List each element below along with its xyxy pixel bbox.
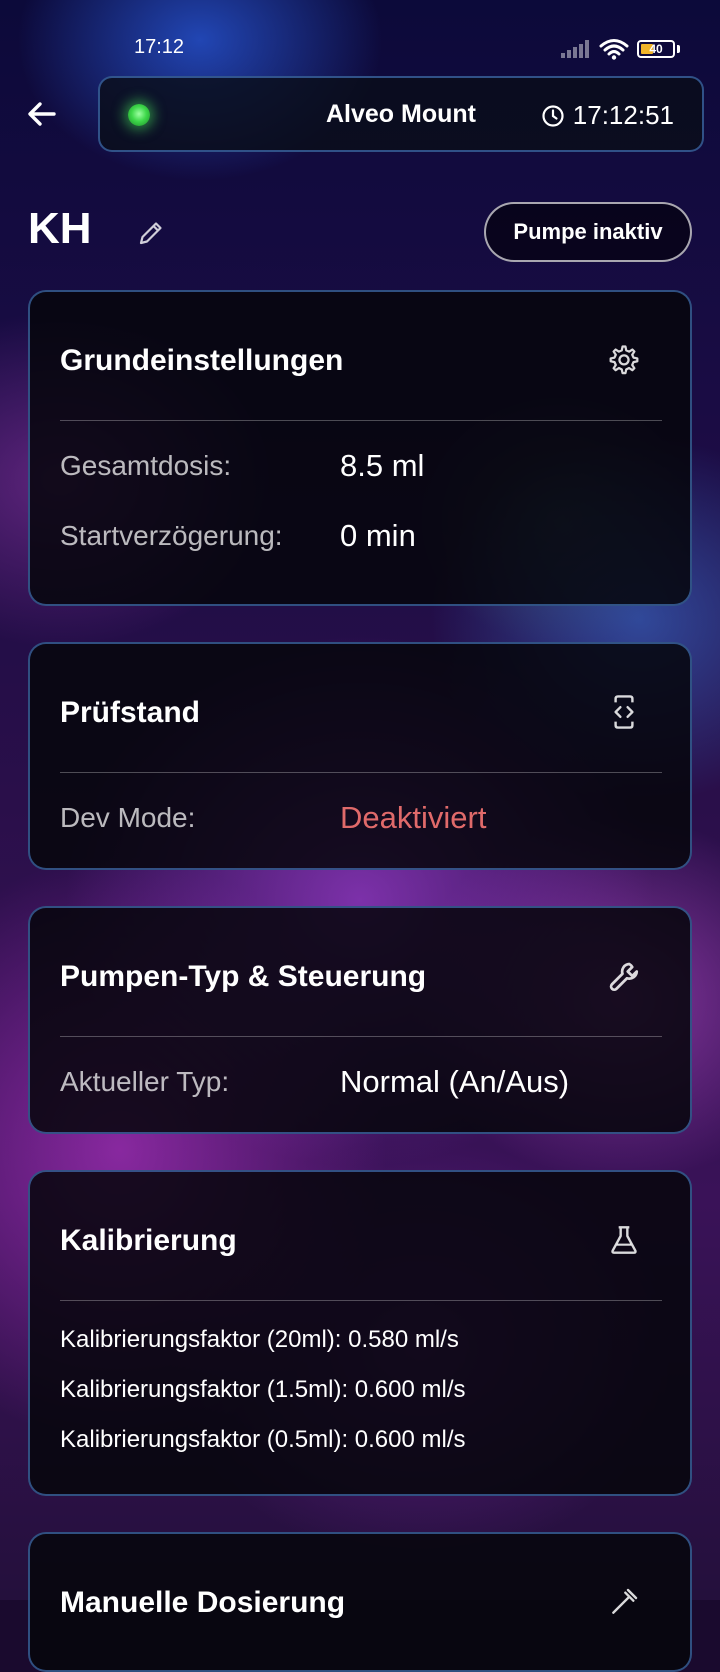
row-value: 8.5 ml bbox=[340, 448, 425, 483]
row-label: Aktueller Typ: bbox=[60, 1066, 230, 1097]
card-grundeinstellungen: Grundeinstellungen Gesamtdosis: 8.5 ml S… bbox=[28, 290, 692, 606]
wrench-icon bbox=[609, 962, 639, 992]
gear-icon bbox=[609, 345, 639, 375]
battery-icon: 40 bbox=[637, 40, 675, 58]
calibration-button[interactable] bbox=[606, 1222, 642, 1258]
signal-icon bbox=[561, 40, 589, 58]
card-title: Kalibrierung bbox=[60, 1224, 237, 1257]
status-icons: 40 bbox=[561, 38, 680, 60]
card-kalibrierung: Kalibrierung Kalibrierungsfaktor (20ml):… bbox=[28, 1170, 692, 1496]
clock-icon bbox=[542, 104, 564, 127]
row-label: Gesamtdosis: bbox=[60, 450, 232, 481]
device-header: Alveo Mount 17:12:51 bbox=[98, 76, 704, 152]
card-pumpentyp: Pumpen-Typ & Steuerung Aktueller Typ: No… bbox=[28, 906, 692, 1134]
row-value: Normal (An/Aus) bbox=[340, 1064, 570, 1099]
calibration-factor-line: Kalibrierungsfaktor (0.5ml): 0.600 ml/s bbox=[60, 1426, 466, 1453]
device-clock: 17:12:51 bbox=[541, 100, 674, 131]
status-time: 17:12 bbox=[134, 36, 185, 58]
card-title: Prüfstand bbox=[60, 696, 201, 729]
calibration-factor-line: Kalibrierungsfaktor (1.5ml): 0.600 ml/s bbox=[60, 1376, 466, 1403]
edit-pencil-icon bbox=[139, 222, 162, 245]
wifi-icon bbox=[599, 39, 629, 60]
row-label: Startverzögerung: bbox=[60, 520, 283, 551]
page-title: KH bbox=[28, 204, 92, 253]
flask-icon bbox=[611, 1226, 637, 1254]
row-label: Dev Mode: bbox=[60, 802, 196, 833]
card-title: Manuelle Dosierung bbox=[60, 1586, 346, 1619]
card-pruefstand: Prüfstand Dev Mode: Deaktiviert bbox=[28, 642, 692, 870]
back-button[interactable] bbox=[22, 94, 62, 134]
clock-time: 17:12:51 bbox=[572, 100, 674, 130]
settings-button[interactable] bbox=[606, 342, 642, 378]
card-title: Grundeinstellungen bbox=[60, 344, 344, 377]
card-divider bbox=[60, 1036, 662, 1037]
dev-mode-status: Deaktiviert bbox=[340, 800, 487, 835]
card-divider bbox=[60, 420, 662, 421]
back-arrow-icon bbox=[28, 102, 56, 126]
pump-type-button[interactable] bbox=[606, 958, 642, 994]
battery-tip bbox=[677, 45, 680, 53]
card-title: Pumpen-Typ & Steuerung bbox=[60, 960, 427, 993]
dropper-icon bbox=[612, 1588, 638, 1614]
dev-mode-button[interactable] bbox=[606, 694, 642, 730]
card-divider bbox=[60, 772, 662, 773]
edit-title-button[interactable] bbox=[134, 216, 168, 250]
row-value: 0 min bbox=[340, 518, 416, 553]
code-device-icon bbox=[614, 695, 634, 729]
card-manuelle-dosierung: Manuelle Dosierung bbox=[28, 1532, 692, 1672]
card-divider bbox=[60, 1300, 662, 1301]
pump-status-button[interactable]: Pumpe inaktiv bbox=[484, 202, 692, 262]
battery-level: 40 bbox=[649, 42, 663, 56]
calibration-factor-line: Kalibrierungsfaktor (20ml): 0.580 ml/s bbox=[60, 1326, 459, 1353]
manual-dose-button[interactable] bbox=[606, 1584, 642, 1620]
